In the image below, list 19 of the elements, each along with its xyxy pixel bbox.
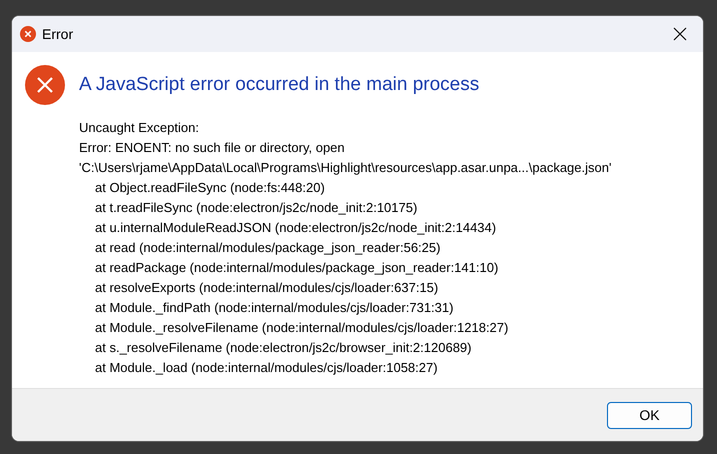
error-heading: A JavaScript error occurred in the main process [79, 73, 480, 97]
stack-frame-line: at s._resolveFilename (node:electron/js2c/browser_init:2:120689) [94, 338, 472, 357]
stack-frame-line: at Module._load (node:internal/modules/cjs/loader:1058:27) [94, 358, 439, 377]
stack-frame-line: at read (node:internal/modules/package_json_reader:56:25) [94, 238, 442, 257]
stack-frame-line: at resolveExports (node:internal/modules/cjs/loader:637:15) [94, 278, 440, 297]
error-icon [20, 26, 36, 42]
error-message-line: Error: ENOENT: no such file or directory, open [79, 138, 346, 157]
ok-button[interactable]: OK [607, 402, 692, 428]
stack-frame-line: at Module._findPath (node:internal/modules/cjs/loader:731:31) [94, 298, 454, 317]
stack-frame-line: at readPackage (node:internal/modules/package_json_reader:141:10) [94, 258, 500, 277]
error-icon [25, 65, 65, 105]
stack-frame-line: at Module._resolveFilename (node:internal/modules/cjs/loader:1218:27) [94, 318, 510, 337]
window-title: Error [42, 24, 74, 44]
error-message-line: 'C:\Users\rjame\AppData\Local\Programs\Highlight\resources\app.asar.unpa...\package.json' [79, 158, 612, 177]
stack-frame-line: at t.readFileSync (node:electron/js2c/node_init:2:10175) [94, 198, 418, 217]
close-icon [673, 27, 687, 41]
error-message-line: Uncaught Exception: [79, 118, 200, 137]
stack-frame-line: at u.internalModuleReadJSON (node:electron/js2c/node_init:2:14434) [94, 218, 498, 237]
stack-frame-line: at Object.readFileSync (node:fs:448:20) [94, 178, 326, 197]
